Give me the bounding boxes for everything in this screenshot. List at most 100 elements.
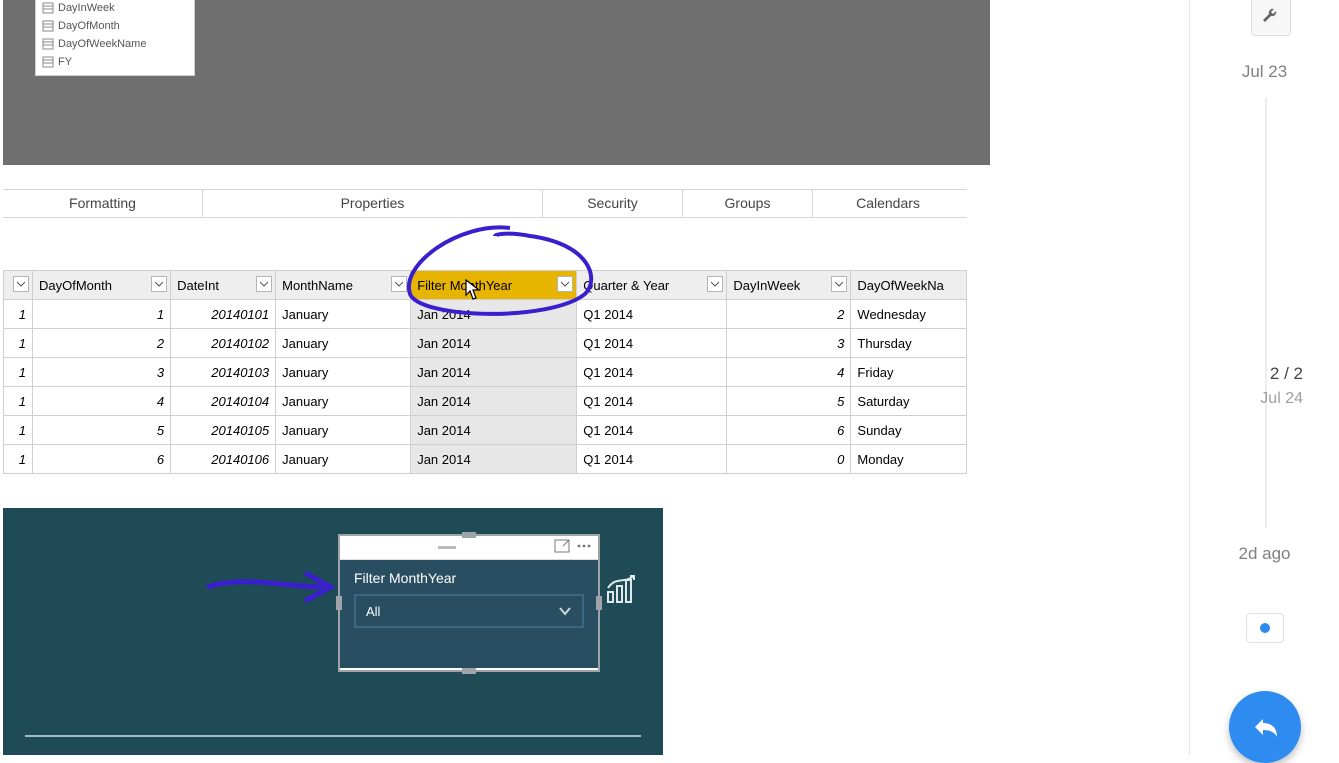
field-label: FY bbox=[58, 56, 72, 68]
table-row[interactable]: 1520140105JanuaryJan 2014Q1 20146Sunday bbox=[4, 416, 967, 445]
resize-handle[interactable] bbox=[462, 532, 476, 538]
table-row[interactable]: 1320140103JanuaryJan 2014Q1 20144Friday bbox=[4, 358, 967, 387]
filter-dropdown-icon[interactable] bbox=[256, 276, 272, 292]
cell-monthname: January bbox=[276, 416, 411, 445]
timeline-current: 2 / 2 Jul 24 bbox=[1260, 364, 1303, 408]
cell-rownum: 1 bbox=[4, 329, 33, 358]
cell-filtermy: Jan 2014 bbox=[411, 387, 577, 416]
table-row[interactable]: 1620140106JanuaryJan 2014Q1 20140Monday bbox=[4, 445, 967, 474]
tab-calendars[interactable]: Calendars bbox=[813, 190, 963, 217]
col-dayinweek[interactable]: DayInWeek bbox=[727, 271, 851, 300]
cell-downame: Sunday bbox=[851, 416, 967, 445]
field-item: DayInWeek bbox=[42, 0, 188, 17]
cell-dateint: 20140103 bbox=[171, 358, 276, 387]
table-row[interactable]: 1220140102JanuaryJan 2014Q1 20143Thursda… bbox=[4, 329, 967, 358]
cell-dayofmonth: 3 bbox=[33, 358, 171, 387]
field-label: DayOfMonth bbox=[58, 20, 120, 32]
filter-dropdown-icon[interactable] bbox=[151, 276, 167, 292]
tab-groups[interactable]: Groups bbox=[683, 190, 813, 217]
resize-handle[interactable] bbox=[336, 596, 342, 610]
cell-monthname: January bbox=[276, 387, 411, 416]
cell-filtermy: Jan 2014 bbox=[411, 300, 577, 329]
resize-handle[interactable] bbox=[596, 596, 602, 610]
col-dayofweekname[interactable]: DayOfWeekNa bbox=[851, 271, 967, 300]
filter-dropdown-icon[interactable] bbox=[13, 276, 29, 292]
col-rownum[interactable] bbox=[4, 271, 33, 300]
fields-panel: DayInWeek DayOfMonth DayOfWeekName FY bbox=[35, 0, 195, 76]
cell-dayinweek: 5 bbox=[727, 387, 851, 416]
tab-properties[interactable]: Properties bbox=[203, 190, 543, 217]
timeline-unread-marker[interactable] bbox=[1246, 613, 1284, 643]
slicer-dropdown[interactable]: All bbox=[354, 594, 584, 628]
slicer-header bbox=[340, 536, 598, 560]
filter-dropdown-icon[interactable] bbox=[831, 276, 847, 292]
cell-dayinweek: 3 bbox=[727, 329, 851, 358]
drag-grip-icon[interactable] bbox=[438, 546, 456, 549]
field-label: DayInWeek bbox=[58, 2, 115, 14]
post-body: DayInWeek DayOfMonth DayOfWeekName FY Fo… bbox=[0, 0, 1032, 755]
filter-dropdown-icon[interactable] bbox=[557, 276, 573, 292]
cell-rownum: 1 bbox=[4, 358, 33, 387]
cell-filtermy: Jan 2014 bbox=[411, 329, 577, 358]
cell-monthname: January bbox=[276, 329, 411, 358]
cell-filtermy: Jan 2014 bbox=[411, 445, 577, 474]
tab-security[interactable]: Security bbox=[543, 190, 683, 217]
col-filtermonthyear[interactable]: Filter MonthYear bbox=[411, 271, 577, 300]
cell-dayofmonth: 1 bbox=[33, 300, 171, 329]
col-quarteryear[interactable]: Quarter & Year bbox=[577, 271, 727, 300]
cell-monthname: January bbox=[276, 300, 411, 329]
cell-filtermy: Jan 2014 bbox=[411, 358, 577, 387]
cell-dateint: 20140105 bbox=[171, 416, 276, 445]
more-options-icon[interactable] bbox=[576, 539, 592, 556]
cell-monthname: January bbox=[276, 358, 411, 387]
dot-icon bbox=[1260, 623, 1270, 633]
cell-dayofmonth: 5 bbox=[33, 416, 171, 445]
table-row[interactable]: 1420140104JanuaryJan 2014Q1 20145Saturda… bbox=[4, 387, 967, 416]
field-label: DayOfWeekName bbox=[58, 38, 146, 50]
filter-dropdown-icon[interactable] bbox=[391, 276, 407, 292]
wrench-button[interactable] bbox=[1251, 0, 1291, 36]
cell-dayinweek: 0 bbox=[727, 445, 851, 474]
timeline-start-date[interactable]: Jul 23 bbox=[1190, 62, 1339, 82]
cell-filtermy: Jan 2014 bbox=[411, 416, 577, 445]
col-dayofmonth[interactable]: DayOfMonth bbox=[33, 271, 171, 300]
cell-dateint: 20140104 bbox=[171, 387, 276, 416]
cell-rownum: 1 bbox=[4, 445, 33, 474]
cell-qy: Q1 2014 bbox=[577, 358, 727, 387]
timeline-track[interactable] bbox=[1265, 98, 1267, 528]
slicer-body: Filter MonthYear All bbox=[340, 560, 598, 668]
tab-formatting[interactable]: Formatting bbox=[3, 190, 203, 217]
chevron-down-icon bbox=[558, 604, 572, 618]
cell-downame: Monday bbox=[851, 445, 967, 474]
cell-dayinweek: 6 bbox=[727, 416, 851, 445]
cell-downame: Friday bbox=[851, 358, 967, 387]
col-dateint[interactable]: DateInt bbox=[171, 271, 276, 300]
cell-dayofmonth: 4 bbox=[33, 387, 171, 416]
cell-dateint: 20140102 bbox=[171, 329, 276, 358]
cell-downame: Saturday bbox=[851, 387, 967, 416]
data-grid: DayOfMonth DateInt MonthName Filter Mont… bbox=[3, 270, 967, 474]
cell-qy: Q1 2014 bbox=[577, 416, 727, 445]
table-row[interactable]: 1120140101JanuaryJan 2014Q1 20142Wednesd… bbox=[4, 300, 967, 329]
cell-dateint: 20140106 bbox=[171, 445, 276, 474]
cell-dayofmonth: 6 bbox=[33, 445, 171, 474]
cell-dayofmonth: 2 bbox=[33, 329, 171, 358]
field-item: DayOfWeekName bbox=[42, 35, 188, 53]
cell-qy: Q1 2014 bbox=[577, 387, 727, 416]
focus-mode-icon[interactable] bbox=[554, 539, 570, 556]
cell-rownum: 1 bbox=[4, 300, 33, 329]
col-monthname[interactable]: MonthName bbox=[276, 271, 411, 300]
cell-rownum: 1 bbox=[4, 416, 33, 445]
slicer-visual[interactable]: Filter MonthYear All bbox=[338, 534, 600, 672]
filter-dropdown-icon[interactable] bbox=[707, 276, 723, 292]
resize-handle[interactable] bbox=[462, 668, 476, 674]
reply-button[interactable] bbox=[1229, 691, 1301, 763]
cell-rownum: 1 bbox=[4, 387, 33, 416]
cell-dateint: 20140101 bbox=[171, 300, 276, 329]
timeline-sidebar: Jul 23 2 / 2 Jul 24 2d ago bbox=[1189, 0, 1339, 755]
screenshot-model-view: DayInWeek DayOfMonth DayOfWeekName FY bbox=[3, 0, 990, 165]
timeline-position: 2 / 2 bbox=[1260, 364, 1303, 384]
timeline-end-label[interactable]: 2d ago bbox=[1190, 544, 1339, 564]
report-divider bbox=[25, 735, 641, 737]
timeline-current-date: Jul 24 bbox=[1260, 390, 1303, 408]
